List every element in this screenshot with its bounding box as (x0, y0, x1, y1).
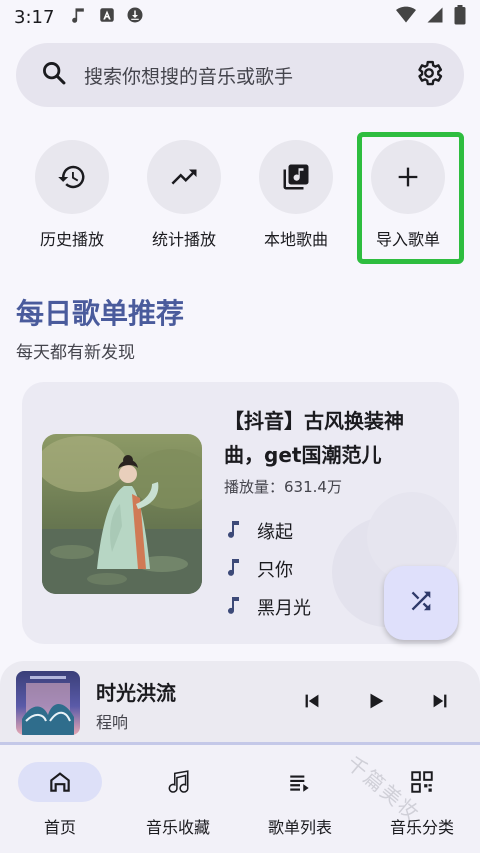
quick-action-label: 本地歌曲 (263, 230, 328, 249)
song-item[interactable]: 黑月光 (227, 594, 311, 620)
nav-label: 首页 (43, 818, 76, 837)
highlight-box (357, 132, 464, 264)
track-title: 时光洪流 (96, 681, 176, 705)
search-icon (40, 59, 68, 91)
signal-icon (426, 6, 444, 28)
history-play-button[interactable]: 历史播放 (22, 140, 122, 250)
playlist-title: 【抖音】古风换装神曲，get国潮范儿 (224, 409, 404, 467)
section-subtitle: 每天都有新发现 (16, 343, 135, 363)
playlist-cover-image[interactable] (42, 434, 202, 594)
search-bar[interactable]: 搜索你想搜的音乐或歌手 (16, 43, 464, 107)
search-input[interactable]: 搜索你想搜的音乐或歌手 (84, 62, 414, 89)
play-icon (365, 690, 387, 716)
mini-player[interactable]: 时光洪流 程响 (0, 661, 480, 745)
battery-icon (454, 5, 466, 29)
album-cover-image[interactable] (16, 671, 80, 735)
skip-next-icon (429, 690, 451, 716)
app-a-icon (98, 6, 116, 28)
stats-play-button[interactable]: 统计播放 (134, 140, 234, 250)
library-music-icon (259, 140, 333, 214)
track-artist: 程响 (96, 713, 129, 732)
play-count: 播放量：631.4万 (224, 478, 342, 496)
nav-item-home[interactable]: 首页 (0, 745, 120, 838)
status-bar: 3:17 (0, 0, 480, 34)
song-item[interactable]: 缘起 (227, 518, 293, 544)
nav-item-playlists[interactable]: 歌单列表 (240, 745, 360, 838)
wifi-icon (396, 6, 416, 28)
song-title: 只你 (257, 560, 293, 581)
playlist-icon (258, 762, 342, 802)
music-note-icon (227, 596, 241, 619)
quick-action-label: 统计播放 (151, 230, 216, 249)
nav-label: 歌单列表 (267, 818, 332, 837)
previous-button[interactable] (296, 687, 328, 719)
shuffle-icon (407, 587, 435, 619)
music-note-icon (68, 5, 88, 29)
quick-action-label: 历史播放 (39, 230, 104, 249)
music-note-icon (136, 762, 220, 802)
history-icon (35, 140, 109, 214)
home-icon (18, 762, 102, 802)
music-note-icon (227, 558, 241, 581)
music-note-icon (227, 520, 241, 543)
local-songs-button[interactable]: 本地歌曲 (246, 140, 346, 250)
song-title: 黑月光 (257, 598, 311, 619)
status-time: 3:17 (14, 6, 55, 28)
nav-item-favorites[interactable]: 音乐收藏 (118, 745, 238, 838)
nav-label: 音乐收藏 (145, 818, 210, 837)
song-title: 缘起 (257, 522, 293, 543)
next-button[interactable] (424, 687, 456, 719)
shuffle-button[interactable] (384, 566, 458, 640)
download-icon (126, 6, 144, 28)
song-item[interactable]: 只你 (227, 556, 293, 582)
settings-gear-icon[interactable] (414, 58, 444, 92)
trending-icon (147, 140, 221, 214)
skip-previous-icon (301, 690, 323, 716)
section-title: 每日歌单推荐 (16, 297, 185, 330)
play-button[interactable] (360, 687, 392, 719)
